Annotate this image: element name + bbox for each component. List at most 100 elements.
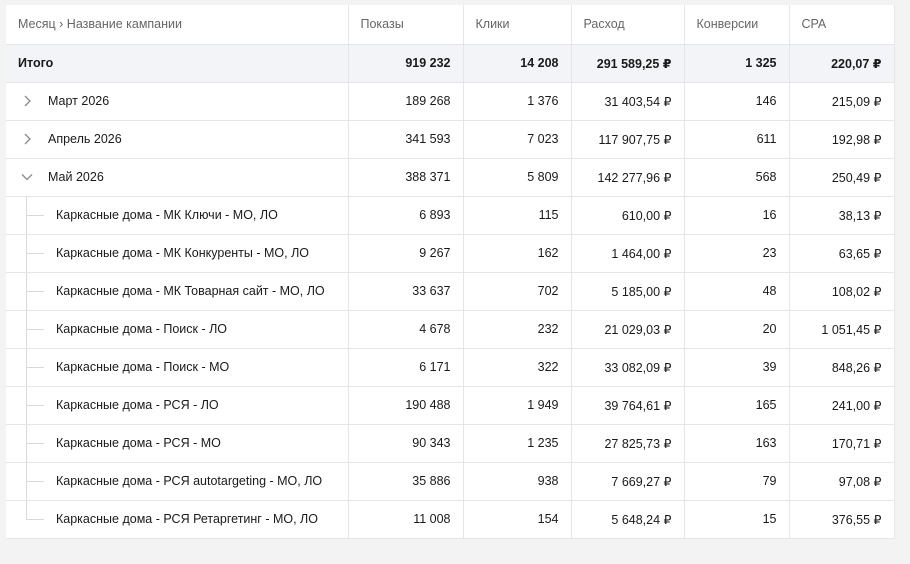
month-clicks: 1 376 [463, 82, 572, 121]
campaign-row[interactable]: Каркасные дома - РСЯ Ретаргетинг - МО, Л… [6, 500, 895, 539]
campaign-cpa: 241,00 ₽ [789, 386, 895, 425]
month-cpa: 215,09 ₽ [789, 82, 895, 121]
campaign-cpa: 108,02 ₽ [789, 272, 895, 311]
tree-branch [26, 443, 44, 444]
campaign-conversions: 48 [684, 272, 790, 311]
month-name-cell: Май 2026 [6, 158, 349, 197]
campaign-row[interactable]: Каркасные дома - МК Товарная сайт - МО, … [6, 272, 895, 311]
month-cost: 117 907,75 ₽ [571, 120, 685, 159]
tree-branch [26, 367, 44, 368]
campaign-cpa: 97,08 ₽ [789, 462, 895, 501]
campaign-shows: 33 637 [348, 272, 464, 311]
month-shows: 388 371 [348, 158, 464, 197]
campaign-report-table: Месяц › Название кампании Показы Клики Р… [6, 5, 895, 539]
campaign-cpa: 170,71 ₽ [789, 424, 895, 463]
campaign-conversions: 16 [684, 196, 790, 235]
total-label: Итого [6, 44, 349, 83]
column-header-cpa[interactable]: CPA [789, 5, 895, 45]
campaign-conversions: 163 [684, 424, 790, 463]
campaign-shows: 190 488 [348, 386, 464, 425]
campaign-clicks: 232 [463, 310, 572, 349]
tree-branch [26, 215, 44, 216]
month-conversions: 568 [684, 158, 790, 197]
campaign-cost: 21 029,03 ₽ [571, 310, 685, 349]
total-clicks: 14 208 [463, 44, 572, 83]
campaign-name: Каркасные дома - МК Конкуренты - МО, ЛО [56, 246, 309, 260]
campaign-conversions: 79 [684, 462, 790, 501]
campaign-row[interactable]: Каркасные дома - Поиск - МО 6 171 322 33… [6, 348, 895, 387]
campaign-cost: 27 825,73 ₽ [571, 424, 685, 463]
campaign-name: Каркасные дома - РСЯ - ЛО [56, 398, 219, 412]
campaign-cost: 5 185,00 ₽ [571, 272, 685, 311]
campaign-cpa: 38,13 ₽ [789, 196, 895, 235]
tree-branch [26, 253, 44, 254]
month-cost: 31 403,54 ₽ [571, 82, 685, 121]
month-shows: 189 268 [348, 82, 464, 121]
campaign-row[interactable]: Каркасные дома - РСЯ - МО 90 343 1 235 2… [6, 424, 895, 463]
campaign-cpa: 376,55 ₽ [789, 500, 895, 539]
campaign-name-cell: Каркасные дома - МК Конкуренты - МО, ЛО [6, 234, 349, 273]
campaign-name: Каркасные дома - МК Товарная сайт - МО, … [56, 284, 325, 298]
campaign-cpa: 63,65 ₽ [789, 234, 895, 273]
campaign-row[interactable]: Каркасные дома - МК Ключи - МО, ЛО 6 893… [6, 196, 895, 235]
month-row-april[interactable]: Апрель 2026 341 593 7 023 117 907,75 ₽ 6… [6, 120, 895, 159]
tree-branch [26, 405, 44, 406]
month-name-cell: Апрель 2026 [6, 120, 349, 159]
campaign-name: Каркасные дома - Поиск - ЛО [56, 322, 228, 336]
month-row-may[interactable]: Май 2026 388 371 5 809 142 277,96 ₽ 568 … [6, 158, 895, 197]
chevron-right-icon[interactable] [19, 93, 35, 109]
campaign-cost: 610,00 ₽ [571, 196, 685, 235]
column-header-clicks[interactable]: Клики [463, 5, 572, 45]
campaign-cost: 7 669,27 ₽ [571, 462, 685, 501]
month-cpa: 192,98 ₽ [789, 120, 895, 159]
campaign-conversions: 15 [684, 500, 790, 539]
column-header-conversions[interactable]: Конверсии [684, 5, 790, 45]
campaign-clicks: 702 [463, 272, 572, 311]
campaign-shows: 35 886 [348, 462, 464, 501]
campaign-name: Каркасные дома - МК Ключи - МО, ЛО [56, 208, 278, 222]
campaign-name-cell: Каркасные дома - РСЯ Ретаргетинг - МО, Л… [6, 500, 349, 539]
campaign-name-cell: Каркасные дома - МК Товарная сайт - МО, … [6, 272, 349, 311]
campaign-clicks: 115 [463, 196, 572, 235]
total-shows: 919 232 [348, 44, 464, 83]
month-label: Март 2026 [48, 94, 110, 108]
month-label: Май 2026 [48, 170, 104, 184]
campaign-clicks: 162 [463, 234, 572, 273]
campaign-name-cell: Каркасные дома - Поиск - ЛО [6, 310, 349, 349]
campaign-shows: 6 171 [348, 348, 464, 387]
column-header-cost[interactable]: Расход [571, 5, 685, 45]
campaign-shows: 4 678 [348, 310, 464, 349]
month-clicks: 5 809 [463, 158, 572, 197]
campaign-row[interactable]: Каркасные дома - МК Конкуренты - МО, ЛО … [6, 234, 895, 273]
month-shows: 341 593 [348, 120, 464, 159]
chevron-down-icon[interactable] [19, 169, 35, 185]
total-cost: 291 589,25 ₽ [571, 44, 685, 83]
total-row: Итого 919 232 14 208 291 589,25 ₽ 1 325 … [6, 44, 895, 83]
campaign-row[interactable]: Каркасные дома - Поиск - ЛО 4 678 232 21… [6, 310, 895, 349]
total-cpa: 220,07 ₽ [789, 44, 895, 83]
total-conversions: 1 325 [684, 44, 790, 83]
tree-branch [26, 329, 44, 330]
campaign-cost: 1 464,00 ₽ [571, 234, 685, 273]
campaign-name-cell: Каркасные дома - РСЯ autotargeting - МО,… [6, 462, 349, 501]
campaign-clicks: 1 235 [463, 424, 572, 463]
month-row-march[interactable]: Март 2026 189 268 1 376 31 403,54 ₽ 146 … [6, 82, 895, 121]
month-cost: 142 277,96 ₽ [571, 158, 685, 197]
column-header-name[interactable]: Месяц › Название кампании [6, 5, 349, 45]
campaign-row[interactable]: Каркасные дома - РСЯ - ЛО 190 488 1 949 … [6, 386, 895, 425]
chevron-right-icon[interactable] [19, 131, 35, 147]
campaign-row[interactable]: Каркасные дома - РСЯ autotargeting - МО,… [6, 462, 895, 501]
report-page: Месяц › Название кампании Показы Клики Р… [0, 0, 910, 564]
column-header-shows[interactable]: Показы [348, 5, 464, 45]
campaign-cost: 5 648,24 ₽ [571, 500, 685, 539]
month-cpa: 250,49 ₽ [789, 158, 895, 197]
tree-branch [26, 481, 44, 482]
month-conversions: 146 [684, 82, 790, 121]
campaign-conversions: 20 [684, 310, 790, 349]
campaign-cpa: 848,26 ₽ [789, 348, 895, 387]
campaign-shows: 90 343 [348, 424, 464, 463]
campaign-cost: 33 082,09 ₽ [571, 348, 685, 387]
tree-branch [26, 291, 44, 292]
campaign-name-cell: Каркасные дома - РСЯ - ЛО [6, 386, 349, 425]
tree-branch [26, 519, 44, 520]
